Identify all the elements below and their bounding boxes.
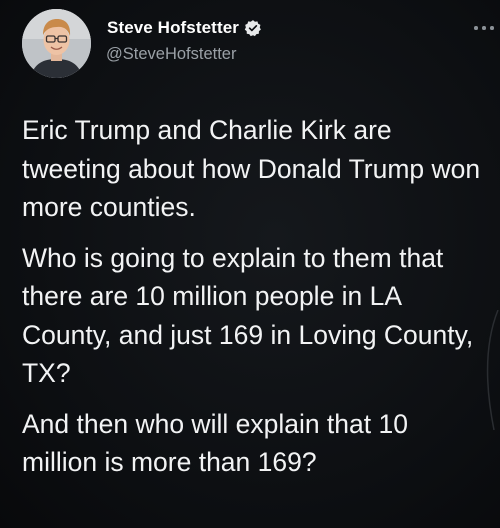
author-name-row[interactable]: Steve Hofstetter — [107, 18, 262, 38]
avatar[interactable] — [22, 9, 91, 78]
author-display-name[interactable]: Steve Hofstetter — [107, 18, 239, 38]
tweet-paragraph: Eric Trump and Charlie Kirk are tweeting… — [22, 115, 481, 222]
author-handle[interactable]: @SteveHofstetter — [106, 45, 236, 64]
tweet-card: Steve Hofstetter @SteveHofstetter Eric T… — [0, 0, 500, 528]
tweet-paragraph: And then who will explain that 10 millio… — [22, 408, 408, 478]
tweet-text: Eric Trump and Charlie Kirk are tweeting… — [22, 111, 488, 482]
edge-decoration — [486, 310, 499, 430]
verified-badge-icon — [244, 19, 262, 37]
tweet-paragraph: Who is going to explain to them that the… — [22, 242, 474, 389]
profile-photo — [22, 9, 91, 78]
more-options-icon[interactable] — [472, 20, 496, 36]
